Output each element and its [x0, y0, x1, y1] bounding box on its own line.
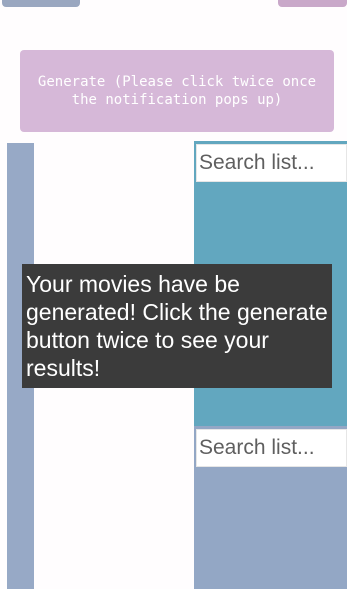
top-tab-left[interactable]: [2, 0, 80, 7]
top-tab-right[interactable]: [278, 0, 347, 7]
app-page: Generate (Please click twice once the no…: [0, 0, 347, 589]
search-input-top[interactable]: [196, 144, 347, 182]
search-input-bottom[interactable]: [196, 429, 347, 467]
generate-button[interactable]: Generate (Please click twice once the no…: [20, 50, 334, 132]
notification-toast: Your movies have be generated! Click the…: [22, 264, 332, 388]
